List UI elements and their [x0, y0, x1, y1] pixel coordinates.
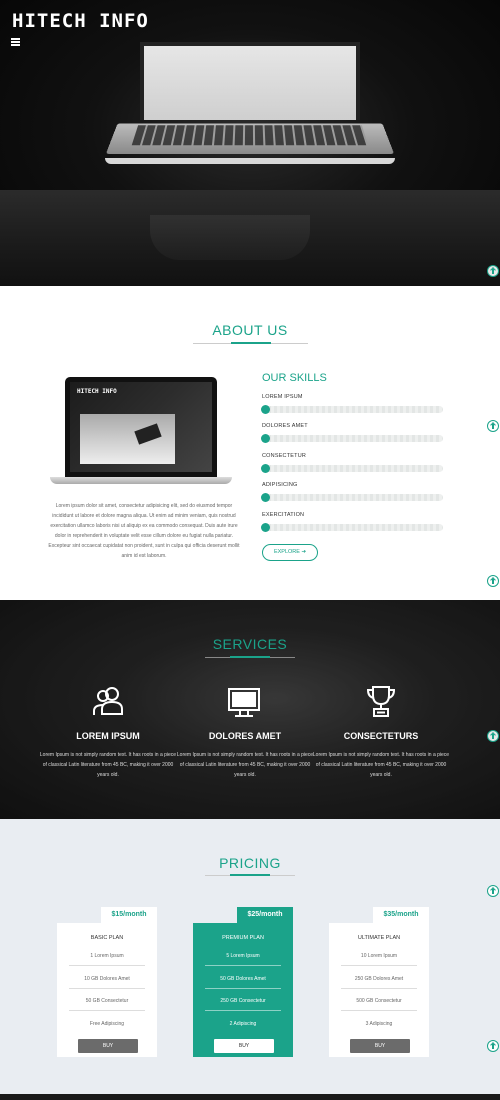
plan-feature: 2 Adipiscing	[229, 1021, 257, 1027]
plan-feature: 50 GB Consectetur	[69, 998, 145, 1011]
scroll-top-icon[interactable]	[487, 575, 499, 587]
skill-handle	[261, 464, 270, 473]
plan-feature: 250 GB Consectetur	[205, 998, 281, 1011]
hero-laptop-edge	[105, 158, 395, 164]
plan-card-basic: $15/month BASIC PLAN 1 Lorem Ipsum 10 GB…	[57, 907, 157, 1057]
plan-feature: 50 GB Dolores Amet	[205, 976, 281, 989]
about-laptop-base	[50, 477, 232, 484]
about-title-divider	[193, 342, 308, 344]
plan-price: $15/month	[101, 907, 157, 923]
skill-consectetur: CONSECTETUR	[261, 453, 447, 473]
plan-card-premium: $25/month PREMIUM PLAN 5 Lorem Ipsum 50 …	[193, 907, 293, 1057]
skill-handle	[261, 523, 270, 532]
skill-label: CONSECTETUR	[262, 453, 307, 459]
plan-feature: 500 GB Consectetur	[341, 998, 417, 1011]
buy-button[interactable]: BUY	[214, 1039, 274, 1053]
plan-feature: 250 GB Dolores Amet	[341, 976, 417, 989]
services-title: SERVICES	[212, 636, 288, 652]
about-section: ABOUT US HITECH INFO Lorem ipsum dolor s…	[0, 286, 500, 600]
plan-name: BASIC PLAN	[90, 935, 124, 941]
plan-feature: 5 Lorem Ipsum	[205, 953, 281, 966]
about-laptop-photo	[80, 414, 175, 464]
plan-price: $35/month	[373, 907, 429, 923]
skill-bar	[261, 493, 443, 502]
about-laptop-image: HITECH INFO	[65, 377, 217, 477]
skill-dolores-amet: DOLORES AMET	[261, 423, 447, 443]
skill-bar	[261, 405, 443, 414]
skill-label: LOREM IPSUM	[262, 394, 303, 400]
skills-title: OUR SKILLS	[262, 372, 327, 384]
service-description: Lorem Ipsum is not simply random text. I…	[39, 752, 177, 778]
pricing-section: PRICING $15/month BASIC PLAN 1 Lorem Ips…	[0, 819, 500, 1100]
service-name: DOLORES AMET	[208, 731, 282, 741]
plan-feature: 10 GB Dolores Amet	[69, 976, 145, 989]
plan-name: PREMIUM PLAN	[222, 935, 264, 941]
site-logo[interactable]: HITECH INFO	[12, 10, 149, 32]
about-laptop-logo: HITECH INFO	[77, 388, 117, 395]
services-section: SERVICES LOREM IPSUM DOLORES AMET CONSEC…	[0, 600, 500, 819]
monitor-icon	[228, 688, 260, 717]
trophy-icon	[366, 686, 396, 717]
services-title-divider	[205, 656, 295, 658]
skill-label: DOLORES AMET	[262, 423, 308, 429]
pricing-title: PRICING	[219, 855, 281, 871]
scroll-top-icon[interactable]	[487, 1040, 499, 1052]
skill-bar	[261, 464, 443, 473]
skill-handle	[261, 405, 270, 414]
hamburger-icon[interactable]	[11, 38, 20, 46]
skill-handle	[261, 493, 270, 502]
plan-name: ULTIMATE PLAN	[357, 935, 401, 941]
about-paragraph: Lorem ipsum dolor sit amet, consectetur …	[48, 503, 240, 559]
skill-bar	[261, 523, 443, 532]
plan-feature: 10 Lorem Ipsum	[341, 953, 417, 966]
buy-button[interactable]: BUY	[78, 1039, 138, 1053]
scroll-top-icon[interactable]	[487, 420, 499, 432]
scroll-top-icon[interactable]	[487, 730, 499, 742]
plan-feature: 1 Lorem Ipsum	[69, 953, 145, 966]
scroll-top-icon[interactable]	[487, 265, 499, 277]
plan-card-ultimate: $35/month ULTIMATE PLAN 10 Lorem Ipsum 2…	[329, 907, 429, 1057]
service-description: Lorem Ipsum is not simply random text. I…	[176, 752, 314, 778]
explore-button[interactable]: EXPLORE ➔	[262, 544, 318, 561]
skill-handle	[261, 434, 270, 443]
skill-exercitation: EXERCITATION	[261, 512, 447, 532]
footer-strip	[0, 1094, 500, 1100]
hero-banner: HITECH INFO	[0, 0, 500, 286]
service-name: LOREM IPSUM	[76, 731, 140, 741]
skill-bar	[261, 434, 443, 443]
about-title: ABOUT US	[212, 322, 288, 338]
hero-laptop-screen	[140, 42, 360, 120]
scroll-top-icon[interactable]	[487, 885, 499, 897]
service-description: Lorem Ipsum is not simply random text. I…	[312, 752, 450, 778]
skill-label: EXERCITATION	[262, 512, 305, 518]
plan-feature: 3 Adipiscing	[365, 1021, 393, 1027]
skill-adipisicing: ADIPISICING	[261, 482, 447, 502]
service-name: CONSECTETURS	[343, 731, 419, 741]
skill-label: ADIPISICING	[262, 482, 298, 488]
hero-desk-shadow	[150, 215, 310, 260]
plan-price: $25/month	[237, 907, 293, 923]
plan-feature: Free Adipiscing	[89, 1021, 125, 1027]
users-icon	[93, 687, 123, 715]
hero-laptop-keyboard	[131, 125, 369, 146]
skill-lorem-ipsum: LOREM IPSUM	[261, 394, 447, 414]
buy-button[interactable]: BUY	[350, 1039, 410, 1053]
pricing-title-divider	[205, 874, 295, 876]
